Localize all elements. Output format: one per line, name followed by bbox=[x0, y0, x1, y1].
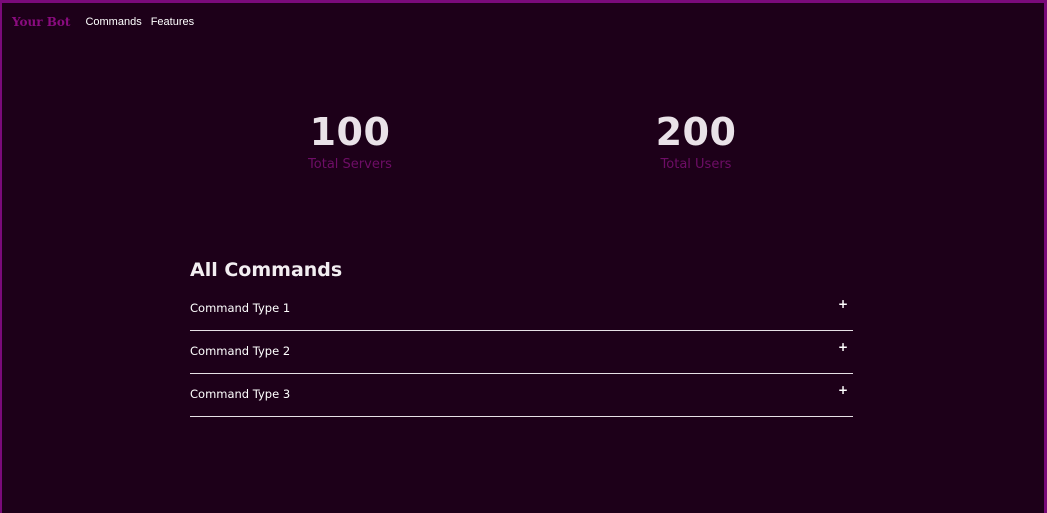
commands-section: All Commands Command Type 1 + Command Ty… bbox=[190, 258, 853, 417]
command-list: Command Type 1 + Command Type 2 + Comman… bbox=[190, 288, 853, 417]
nav-link-features[interactable]: Features bbox=[151, 16, 194, 28]
command-type-2-item[interactable]: Command Type 2 + bbox=[190, 331, 853, 374]
command-type-1-label: Command Type 1 bbox=[190, 301, 291, 315]
stat-total-users: 200 Total Users bbox=[596, 110, 796, 174]
stat-servers-value: 100 bbox=[309, 110, 391, 154]
expand-plus-icon[interactable]: + bbox=[838, 383, 848, 397]
navbar: Your Bot Commands Features bbox=[12, 13, 203, 31]
stat-users-label: Total Users bbox=[660, 157, 732, 172]
nav-link-commands[interactable]: Commands bbox=[85, 16, 141, 28]
expand-plus-icon[interactable]: + bbox=[838, 340, 848, 354]
stat-users-value: 200 bbox=[655, 110, 737, 154]
command-type-1-item[interactable]: Command Type 1 + bbox=[190, 288, 853, 331]
brand-logo[interactable]: Your Bot bbox=[12, 15, 70, 29]
stat-total-servers: 100 Total Servers bbox=[250, 110, 450, 174]
command-type-3-label: Command Type 3 bbox=[190, 387, 291, 401]
command-type-2-label: Command Type 2 bbox=[190, 344, 291, 358]
expand-plus-icon[interactable]: + bbox=[838, 297, 848, 311]
stat-servers-label: Total Servers bbox=[308, 157, 392, 172]
commands-title: All Commands bbox=[190, 259, 343, 281]
command-type-3-item[interactable]: Command Type 3 + bbox=[190, 374, 853, 417]
